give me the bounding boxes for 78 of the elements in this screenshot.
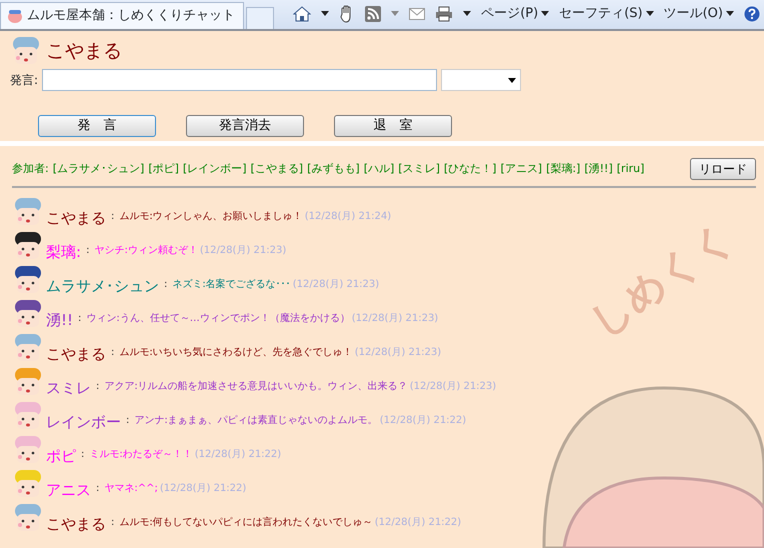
timestamp: (12/28(月) 21:22) — [160, 482, 246, 496]
caret-icon[interactable] — [726, 11, 734, 16]
separator: : — [163, 278, 168, 292]
participant-name: [ハル] — [364, 160, 394, 177]
timestamp: (12/28(月) 21:22) — [194, 448, 282, 462]
timestamp: (12/28(月) 21:23) — [410, 380, 496, 394]
sender-name: ムラサメ･シュン — [46, 278, 159, 294]
participant-name: [アニス] — [500, 160, 542, 177]
mail-icon[interactable] — [409, 8, 426, 20]
participant-name: [みずもも] — [307, 160, 360, 177]
sender-name: ポピ — [46, 448, 76, 464]
sender-name: こやまる — [46, 516, 106, 532]
participant-name: [こやまる] — [250, 160, 304, 177]
separator: : — [125, 414, 130, 428]
participant-name: [梨璃:] — [546, 160, 580, 177]
participant-name: [湧!!] — [584, 160, 613, 177]
message-text: ネズミ:名案でござるな･･･ — [172, 278, 291, 292]
message-text: ムルモ:ウィンしゃん、お願いしましゅ！ — [119, 210, 303, 224]
caret-icon[interactable] — [463, 11, 472, 16]
message-text: ムルモ:いちいち気にさわるけど、先を急ぐでしゅ！ — [119, 346, 353, 360]
page-icon — [7, 9, 23, 23]
menu-item[interactable]: ページ(P) — [481, 4, 538, 24]
separator: : — [110, 210, 116, 224]
participant-name: [ムラサメ･シュン] — [52, 160, 144, 177]
separator: : — [77, 312, 82, 326]
separator: : — [95, 482, 100, 496]
message-text: アクア:リルムの船を加速させる意見はいいかも。ウィン、出来る？ — [104, 380, 408, 394]
browser-tab[interactable]: ムルモ屋本舗：しめくくりチャット — [0, 2, 244, 29]
message-text: アンナ:まぁまぁ、パピィは素直じゃないのよムルモ。 — [134, 414, 378, 428]
menu-item[interactable]: ツール(O) — [664, 4, 723, 24]
message-text: ムルモ:何もしてないパピィには言われたくないでしゅ～ — [119, 516, 373, 530]
message-text: ミルモ:わたるぞ～！！ — [89, 448, 193, 462]
dropdown-caret-icon — [508, 78, 516, 82]
message-text: ウィン:うん、任せて～…ウィンでポン！（魔法をかける） — [86, 312, 350, 326]
menu-item[interactable]: セーフティ(S) — [559, 4, 643, 24]
user-name: こやまる — [46, 38, 122, 64]
separator: : — [110, 516, 116, 530]
reload-button[interactable]: リロード — [690, 158, 756, 180]
sender-name: レインボー — [46, 414, 121, 430]
participant-name: [ポピ] — [148, 160, 179, 177]
tab-title: ムルモ屋本舗：しめくくりチャット — [27, 7, 235, 26]
sender-name: アニス — [46, 482, 91, 498]
sender-name: こやまる — [46, 210, 106, 226]
color-select[interactable] — [441, 69, 522, 91]
timestamp: (12/28(月) 21:24) — [304, 210, 392, 224]
chat-button[interactable]: 発言消去 — [186, 115, 304, 137]
separator: : — [95, 380, 100, 394]
printer-icon[interactable] — [435, 6, 454, 22]
message-label: 発言: — [10, 72, 38, 89]
separator: : — [85, 244, 90, 258]
caret-icon[interactable] — [646, 11, 654, 16]
timestamp: (12/28(月) 21:23) — [354, 346, 442, 360]
participant-name: [riru] — [616, 160, 644, 177]
rss-icon[interactable] — [365, 6, 382, 22]
separator: : — [110, 346, 116, 360]
sender-name: 梨璃: — [46, 244, 82, 260]
timestamp: (12/28(月) 21:22) — [380, 414, 466, 428]
help-icon[interactable] — [744, 6, 760, 22]
timestamp: (12/28(月) 21:23) — [352, 312, 438, 326]
caret-icon[interactable] — [321, 11, 330, 16]
home-icon[interactable] — [293, 6, 312, 22]
timestamp: (12/28(月) 21:23) — [200, 244, 286, 258]
separator: : — [80, 448, 86, 462]
message-text: ヤシチ:ウィン頼むぞ！ — [94, 244, 198, 258]
participants-label: 参加者: — [12, 160, 49, 177]
participant-name: [レインボー] — [182, 160, 246, 177]
message-input[interactable] — [42, 69, 438, 91]
timestamp: (12/28(月) 21:22) — [374, 516, 462, 530]
sender-name: スミレ — [46, 380, 91, 396]
caret-icon[interactable] — [541, 11, 550, 16]
participant-name: [スミレ] — [398, 160, 440, 177]
chat-button[interactable]: 退 室 — [334, 115, 452, 137]
sender-name: こやまる — [46, 346, 106, 362]
sender-name: 湧!! — [46, 312, 74, 328]
timestamp: (12/28(月) 21:23) — [292, 278, 380, 292]
chat-button[interactable]: 発 言 — [38, 115, 156, 137]
message-text: ヤマネ:^^; — [104, 482, 158, 496]
participant-name: [ひなた！] — [444, 160, 496, 177]
